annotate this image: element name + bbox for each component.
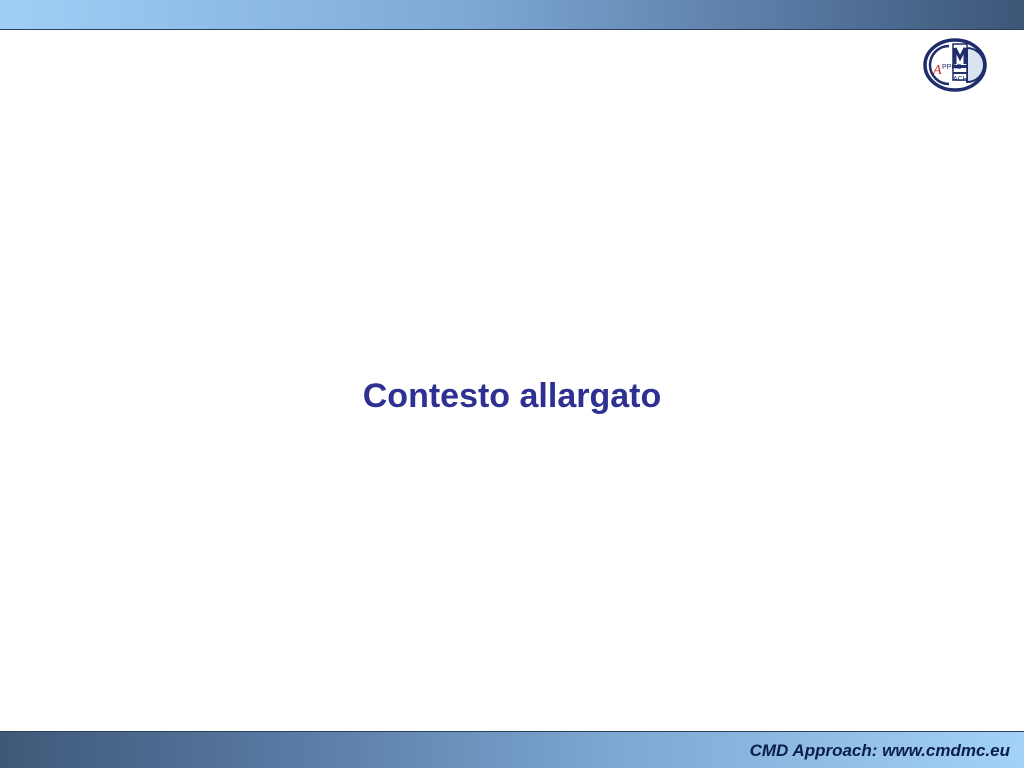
slide: A PPRO ACH Contesto allargato CMD Approa…: [0, 0, 1024, 768]
logo-letters-ppro: PPRO: [942, 64, 962, 71]
logo-letter-a: A: [932, 63, 942, 78]
slide-title: Contesto allargato: [362, 377, 662, 415]
logo-letters-ach: ACH: [953, 76, 968, 83]
cmd-approach-logo-icon: A PPRO ACH: [923, 38, 987, 92]
footer-website-text: CMD Approach: www.cmdmc.eu: [749, 741, 1010, 760]
bottom-footer-bar: CMD Approach: www.cmdmc.eu: [0, 731, 1024, 768]
top-header-bar: [0, 0, 1024, 30]
